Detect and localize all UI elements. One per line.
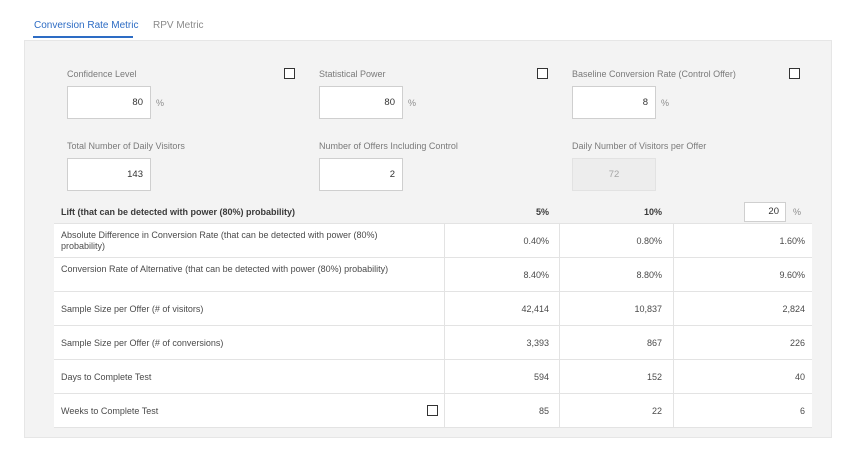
metric-tabs: Conversion Rate Metric RPV Metric [0, 0, 866, 40]
confidence-level-checkbox[interactable] [284, 68, 295, 79]
row-value: 867 [646, 338, 662, 348]
row-value: 0.80% [636, 236, 662, 246]
statistical-power-input[interactable]: 80 [319, 86, 403, 119]
row-value: 1.60% [779, 236, 805, 246]
row-value: 40 [794, 372, 805, 382]
row-value: 6 [799, 406, 805, 416]
lift-10-value: 10% [643, 207, 662, 217]
row-label: Days to Complete Test [61, 372, 152, 382]
custom-lift-unit: % [793, 207, 802, 217]
confidence-level-label: Confidence Level [67, 69, 137, 79]
custom-lift-input[interactable]: 20 [744, 202, 786, 222]
row-value: 0.40% [523, 236, 549, 246]
row-label: Sample Size per Offer (# of conversions) [61, 338, 224, 348]
daily-visitors-per-offer-input: 72 [572, 158, 656, 191]
row-value: 594 [533, 372, 549, 382]
daily-visitors-per-offer-label: Daily Number of Visitors per Offer [572, 141, 707, 151]
row-value: 3,393 [526, 338, 549, 348]
row-value: 85 [538, 406, 549, 416]
baseline-conversion-rate-input[interactable]: 8 [572, 86, 656, 119]
statistical-power-label: Statistical Power [319, 69, 386, 79]
baseline-conversion-rate-label: Baseline Conversion Rate (Control Offer) [572, 69, 736, 79]
table-row: Days to Complete Test 594 152 40 [54, 360, 812, 394]
tab-rpv-metric[interactable]: RPV Metric [153, 20, 204, 31]
active-tab-indicator [33, 36, 133, 38]
table-row: Absolute Difference in Conversion Rate (… [54, 224, 812, 258]
tab-conversion-rate-metric[interactable]: Conversion Rate Metric [34, 20, 138, 31]
row-label: Conversion Rate of Alternative (that can… [61, 264, 389, 274]
baseline-conversion-rate-unit: % [661, 98, 670, 108]
row-value: 152 [646, 372, 662, 382]
total-daily-visitors-label: Total Number of Daily Visitors [67, 141, 185, 151]
row-label: Absolute Difference in Conversion Rate (… [61, 230, 378, 251]
number-of-offers-input[interactable]: 2 [319, 158, 403, 191]
statistical-power-unit: % [408, 98, 417, 108]
confidence-level-input[interactable]: 80 [67, 86, 151, 119]
table-row: Sample Size per Offer (# of visitors) 42,… [54, 292, 812, 326]
row-value: 2,824 [782, 304, 805, 314]
weeks-to-complete-checkbox[interactable] [427, 405, 438, 416]
row-label: Sample Size per Offer (# of visitors) [61, 304, 204, 314]
row-value: 226 [789, 338, 805, 348]
baseline-conversion-rate-checkbox[interactable] [789, 68, 800, 79]
row-value: 8.80% [636, 270, 662, 280]
total-daily-visitors-input[interactable]: 143 [67, 158, 151, 191]
table-row: Conversion Rate of Alternative (that can… [54, 258, 812, 292]
row-value: 42,414 [521, 304, 549, 314]
table-row: Sample Size per Offer (# of conversions)… [54, 326, 812, 360]
row-value: 9.60% [779, 270, 805, 280]
lift-header-label: Lift (that can be detected with power (8… [61, 207, 296, 217]
row-label: Weeks to Complete Test [61, 406, 159, 416]
table-row: Weeks to Complete Test 85 22 6 [54, 394, 812, 428]
number-of-offers-label: Number of Offers Including Control [319, 141, 458, 151]
confidence-level-unit: % [156, 98, 165, 108]
row-value: 8.40% [523, 270, 549, 280]
row-value: 22 [651, 406, 662, 416]
lift-header-row: Lift (that can be detected with power (8… [54, 200, 812, 224]
row-value: 10,837 [634, 304, 662, 314]
lift-5-value: 5% [535, 207, 549, 217]
statistical-power-checkbox[interactable] [537, 68, 548, 79]
